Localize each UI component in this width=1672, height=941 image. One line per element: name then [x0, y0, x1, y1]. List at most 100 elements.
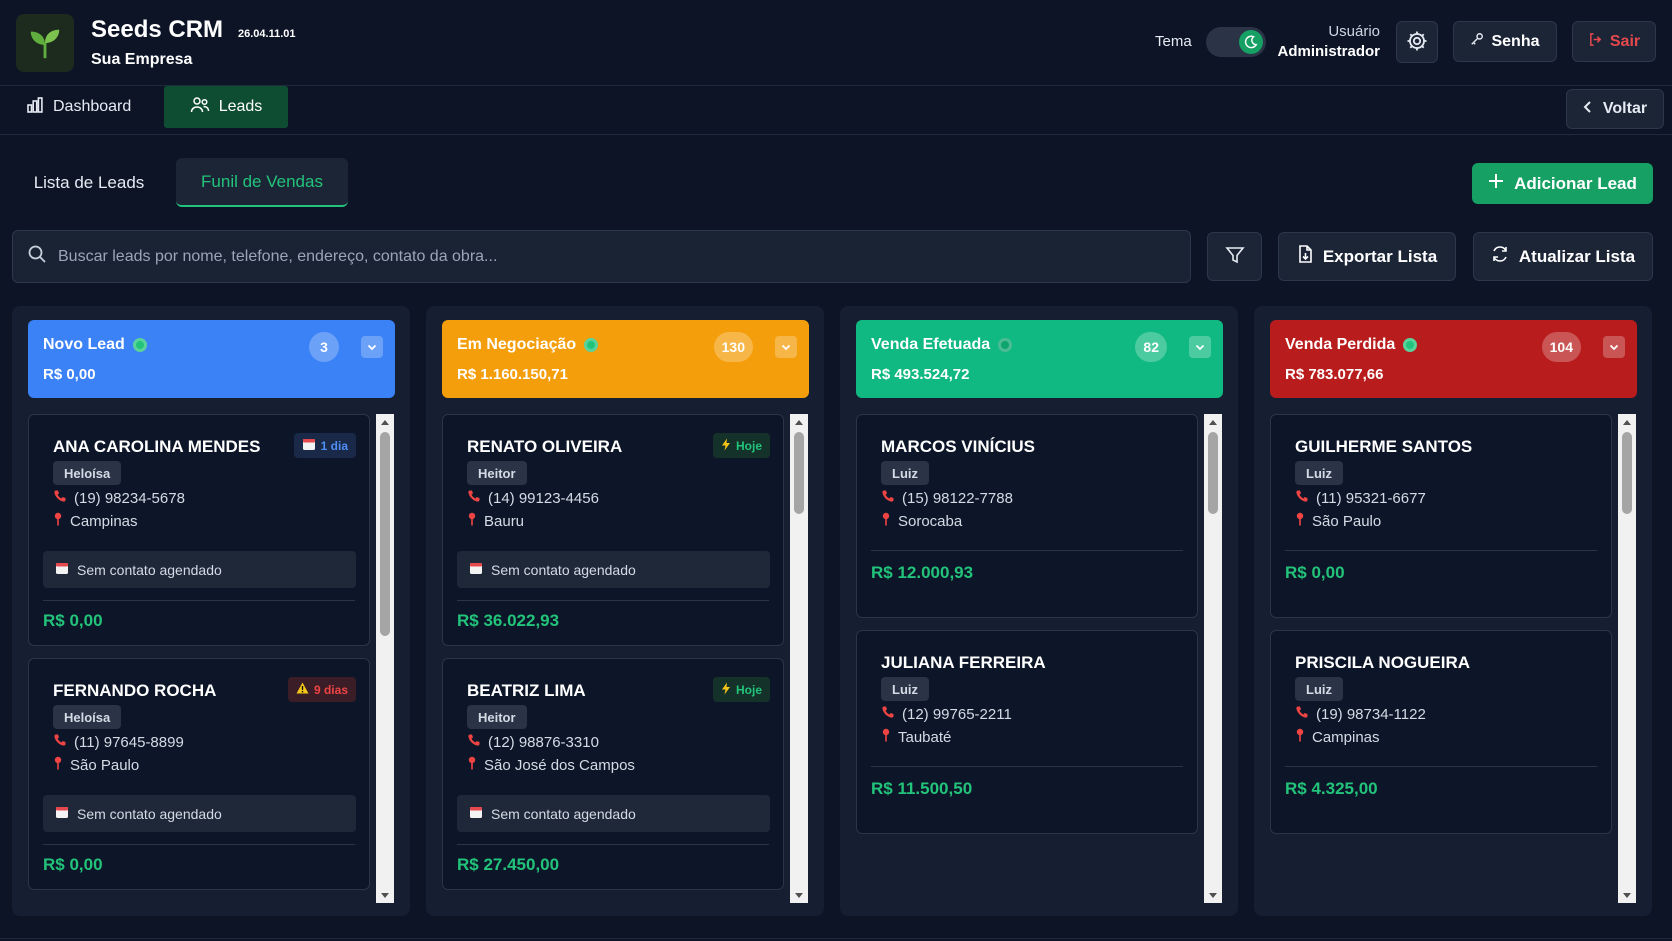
search-input[interactable] — [58, 247, 1190, 266]
card-divider — [43, 600, 355, 601]
lead-name: GUILHERME SANTOS — [1295, 437, 1473, 456]
lead-city-text: São Paulo — [70, 756, 140, 774]
password-button[interactable]: Senha — [1453, 21, 1557, 62]
schedule-text: Sem contato agendado — [491, 805, 636, 822]
lead-owner-tag: Luiz — [881, 677, 929, 701]
logout-button-label: Sair — [1609, 32, 1641, 50]
column-scrollbar[interactable] — [1204, 414, 1222, 903]
phone-icon — [467, 733, 481, 751]
filter-button[interactable] — [1207, 232, 1262, 281]
scroll-up-icon[interactable] — [1204, 414, 1222, 430]
lead-value: R$ 27.450,00 — [457, 855, 560, 874]
column-collapse-button[interactable] — [361, 336, 383, 358]
lead-card[interactable]: BEATRIZ LIMA Hoje Heitor (12) 98876-3310… — [442, 658, 784, 890]
scroll-thumb[interactable] — [794, 432, 804, 514]
kanban-column: Venda Perdida R$ 783.077,66 104 GUILHERM… — [1254, 306, 1652, 916]
scroll-up-icon[interactable] — [790, 414, 808, 430]
theme-toggle[interactable] — [1206, 27, 1266, 57]
lead-card[interactable]: ANA CAROLINA MENDES 1 dia Heloísa (19) 9… — [28, 414, 370, 646]
lead-value: R$ 11.500,50 — [871, 779, 973, 798]
column-scrollbar[interactable] — [376, 414, 394, 903]
scroll-thumb[interactable] — [1622, 432, 1632, 514]
scroll-thumb[interactable] — [1208, 432, 1218, 514]
chevron-down-icon — [1609, 338, 1619, 356]
status-dot-icon — [1403, 338, 1418, 352]
chevron-down-icon — [367, 338, 377, 356]
scroll-down-icon[interactable] — [790, 887, 808, 903]
column-header: Novo Lead R$ 0,00 3 — [28, 320, 395, 398]
nav-dashboard[interactable]: Dashboard — [26, 86, 131, 128]
gear-icon — [1405, 29, 1429, 56]
column-scrollbar[interactable] — [790, 414, 808, 903]
column-header: Venda Efetuada R$ 493.524,72 82 — [856, 320, 1223, 398]
column-count-badge: 82 — [1135, 332, 1167, 362]
column-collapse-button[interactable] — [1603, 336, 1625, 358]
scroll-up-icon[interactable] — [376, 414, 394, 430]
kanban-column: Em Negociação R$ 1.160.150,71 130 RENATO… — [426, 306, 824, 916]
status-dot-icon — [584, 338, 599, 352]
lead-phone: (14) 99123-4456 — [467, 489, 599, 507]
lead-value: R$ 12.000,93 — [871, 563, 974, 582]
add-lead-button[interactable]: Adicionar Lead — [1472, 163, 1653, 204]
column-count-badge: 130 — [713, 332, 753, 362]
refresh-list-button[interactable]: Atualizar Lista — [1473, 232, 1653, 281]
schedule-text: Sem contato agendado — [77, 805, 222, 822]
lead-name: PRISCILA NOGUEIRA — [1295, 653, 1471, 672]
lead-card[interactable]: JULIANA FERREIRA Luiz (12) 99765-2211 Ta… — [856, 630, 1198, 834]
phone-icon — [1295, 489, 1309, 507]
bar-chart-icon — [26, 96, 44, 119]
status-dot-icon — [998, 338, 1013, 352]
tab-lista-de-leads[interactable]: Lista de Leads — [26, 158, 152, 207]
tab-funil-de-vendas[interactable]: Funil de Vendas — [176, 158, 348, 207]
lead-city: Taubaté — [881, 728, 951, 746]
back-button[interactable]: Voltar — [1566, 89, 1664, 129]
phone-icon — [53, 489, 67, 507]
schedule-text: Sem contato agendado — [491, 561, 636, 578]
user-label: Usuário — [1328, 23, 1380, 40]
lead-card[interactable]: RENATO OLIVEIRA Hoje Heitor (14) 99123-4… — [442, 414, 784, 646]
nav-leads[interactable]: Leads — [164, 86, 288, 128]
card-divider — [871, 550, 1183, 551]
pin-icon — [881, 728, 891, 746]
scroll-down-icon[interactable] — [376, 887, 394, 903]
phone-icon — [1295, 705, 1309, 723]
lead-card[interactable]: FERNANDO ROCHA 9 dias Heloísa (11) 97645… — [28, 658, 370, 890]
lead-city-text: São Paulo — [1312, 512, 1382, 530]
bolt-icon — [721, 438, 731, 454]
lead-card[interactable]: MARCOS VINÍCIUS Luiz (15) 98122-7788 Sor… — [856, 414, 1198, 618]
phone-icon — [467, 489, 481, 507]
logout-button[interactable]: Sair — [1572, 21, 1656, 62]
lead-name: ANA CAROLINA MENDES — [53, 437, 261, 456]
lead-name: FERNANDO ROCHA — [53, 681, 217, 700]
chevron-left-icon — [1583, 100, 1593, 119]
lead-card[interactable]: GUILHERME SANTOS Luiz (11) 95321-6677 Sã… — [1270, 414, 1612, 618]
lead-name: JULIANA FERREIRA — [881, 653, 1046, 672]
phone-icon — [881, 489, 895, 507]
moon-icon — [1239, 30, 1263, 54]
nav-dashboard-label: Dashboard — [53, 98, 132, 115]
scroll-down-icon[interactable] — [1204, 887, 1222, 903]
lead-card[interactable]: PRISCILA NOGUEIRA Luiz (19) 98734-1122 C… — [1270, 630, 1612, 834]
calendar-icon — [469, 561, 483, 578]
lead-city: São Paulo — [1295, 512, 1381, 530]
export-list-label: Exportar Lista — [1322, 246, 1438, 266]
lead-city-text: Campinas — [1312, 728, 1380, 746]
lead-name: RENATO OLIVEIRA — [467, 437, 623, 456]
column-total: R$ 0,00 — [43, 366, 96, 383]
settings-button[interactable] — [1396, 21, 1438, 63]
column-scrollbar[interactable] — [1618, 414, 1636, 903]
scroll-thumb[interactable] — [380, 432, 390, 636]
column-collapse-button[interactable] — [1189, 336, 1211, 358]
scroll-down-icon[interactable] — [1618, 887, 1636, 903]
lead-value: R$ 36.022,93 — [457, 611, 560, 630]
export-list-button[interactable]: Exportar Lista — [1278, 232, 1456, 281]
scroll-up-icon[interactable] — [1618, 414, 1636, 430]
refresh-icon — [1491, 245, 1509, 268]
phone-icon — [881, 705, 895, 723]
bolt-icon — [721, 682, 731, 698]
column-title: Novo Lead — [43, 336, 125, 353]
lead-age-text: 9 dias — [313, 682, 348, 697]
key-icon — [1470, 32, 1484, 51]
column-collapse-button[interactable] — [775, 336, 797, 358]
logout-icon — [1588, 32, 1603, 52]
